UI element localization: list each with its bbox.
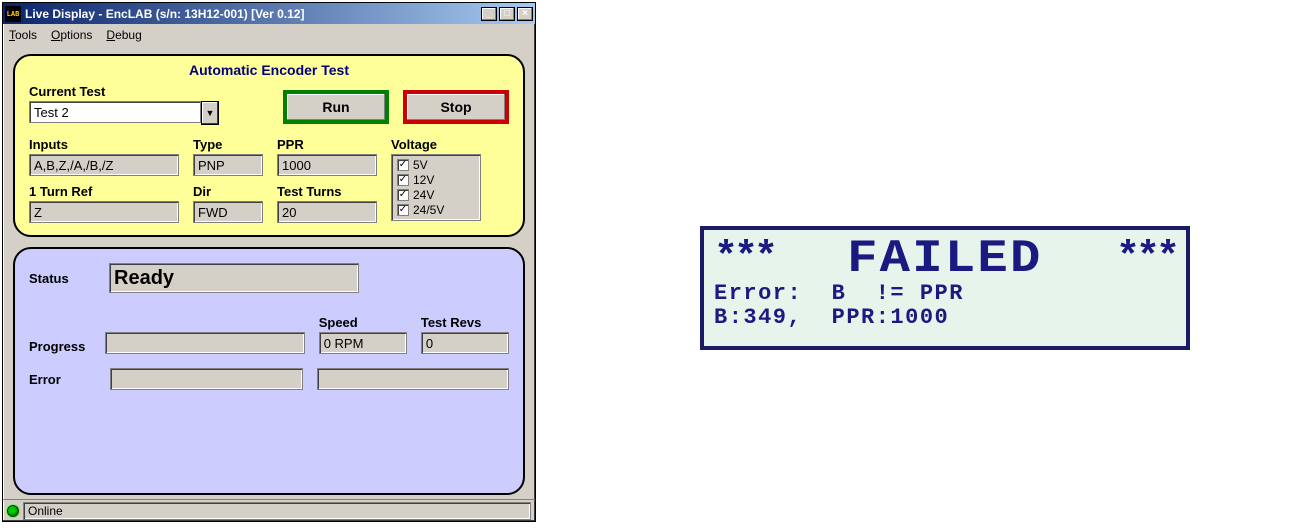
error-value-2: [317, 368, 509, 390]
menubar: Tools Options Debug: [3, 24, 535, 46]
menu-options[interactable]: Options: [51, 28, 92, 42]
statusbar: Online: [3, 499, 535, 521]
one-turn-ref-value: Z: [29, 201, 179, 223]
status-label: Status: [29, 271, 99, 286]
voltage-item[interactable]: ✓ 5V: [397, 158, 475, 172]
type-label: Type: [193, 137, 263, 152]
voltage-item-label: 12V: [413, 173, 434, 187]
speed-label: Speed: [319, 315, 407, 330]
checkbox-icon[interactable]: ✓: [397, 159, 409, 171]
checkbox-icon[interactable]: ✓: [397, 174, 409, 186]
lcd-stars-right: ***: [1116, 239, 1176, 279]
ppr-value: 1000: [277, 154, 377, 176]
test-turns-label: Test Turns: [277, 184, 377, 199]
run-button[interactable]: Run: [283, 90, 389, 124]
status-value: Ready: [109, 263, 359, 293]
voltage-item-label: 5V: [413, 158, 428, 172]
inputs-label: Inputs: [29, 137, 179, 152]
type-value: PNP: [193, 154, 263, 176]
test-config-panel: Automatic Encoder Test Current Test Test…: [13, 54, 525, 237]
error-value-1: [110, 368, 302, 390]
test-turns-value: 20: [277, 201, 377, 223]
progress-label: Progress: [29, 339, 91, 354]
lcd-detail-line: B:349, PPR:1000: [714, 306, 1176, 330]
error-label: Error: [29, 372, 96, 387]
menu-tools[interactable]: Tools: [9, 28, 37, 42]
inputs-value: A,B,Z,/A,/B,/Z: [29, 154, 179, 176]
ppr-label: PPR: [277, 137, 377, 152]
app-window: LAB Live Display - EncLAB (s/n: 13H12-00…: [2, 2, 536, 522]
statusbar-text: Online: [23, 502, 531, 520]
dropdown-icon[interactable]: ▼: [201, 101, 219, 125]
titlebar[interactable]: LAB Live Display - EncLAB (s/n: 13H12-00…: [3, 3, 535, 24]
voltage-item-label: 24/5V: [413, 203, 444, 217]
app-icon: LAB: [5, 6, 21, 22]
test-revs-label: Test Revs: [421, 315, 509, 330]
voltage-item[interactable]: ✓ 12V: [397, 173, 475, 187]
voltage-item[interactable]: ✓ 24V: [397, 188, 475, 202]
checkbox-icon[interactable]: ✓: [397, 189, 409, 201]
current-test-combo[interactable]: Test 2 ▼: [29, 101, 219, 125]
voltage-list: ✓ 5V ✓ 12V ✓ 24V ✓ 24/5V: [391, 154, 481, 221]
one-turn-ref-label: 1 Turn Ref: [29, 184, 179, 199]
panel-title: Automatic Encoder Test: [29, 62, 509, 78]
voltage-item-label: 24V: [413, 188, 434, 202]
lcd-failed-text: FAILED: [847, 236, 1042, 282]
lcd-error-line: Error: B != PPR: [714, 282, 1176, 306]
speed-value: 0 RPM: [319, 332, 407, 354]
menu-debug[interactable]: Debug: [106, 28, 141, 42]
progress-value: [105, 332, 305, 354]
checkbox-icon[interactable]: ✓: [397, 204, 409, 216]
current-test-label: Current Test: [29, 84, 219, 99]
close-button[interactable]: ×: [517, 7, 533, 21]
current-test-value: Test 2: [29, 101, 201, 123]
voltage-item[interactable]: ✓ 24/5V: [397, 203, 475, 217]
lcd-stars-left: ***: [714, 239, 774, 279]
minimize-button[interactable]: _: [481, 7, 497, 21]
window-title: Live Display - EncLAB (s/n: 13H12-001) […: [25, 7, 481, 21]
dir-label: Dir: [193, 184, 263, 199]
online-led-icon: [7, 505, 19, 517]
voltage-label: Voltage: [391, 137, 491, 152]
lcd-display: *** FAILED *** Error: B != PPR B:349, PP…: [700, 226, 1190, 350]
stop-button[interactable]: Stop: [403, 90, 509, 124]
dir-value: FWD: [193, 201, 263, 223]
test-revs-value: 0: [421, 332, 509, 354]
maximize-button[interactable]: □: [499, 7, 515, 21]
status-panel: Status Ready Progress Speed 0 RPM Test Re…: [13, 247, 525, 495]
